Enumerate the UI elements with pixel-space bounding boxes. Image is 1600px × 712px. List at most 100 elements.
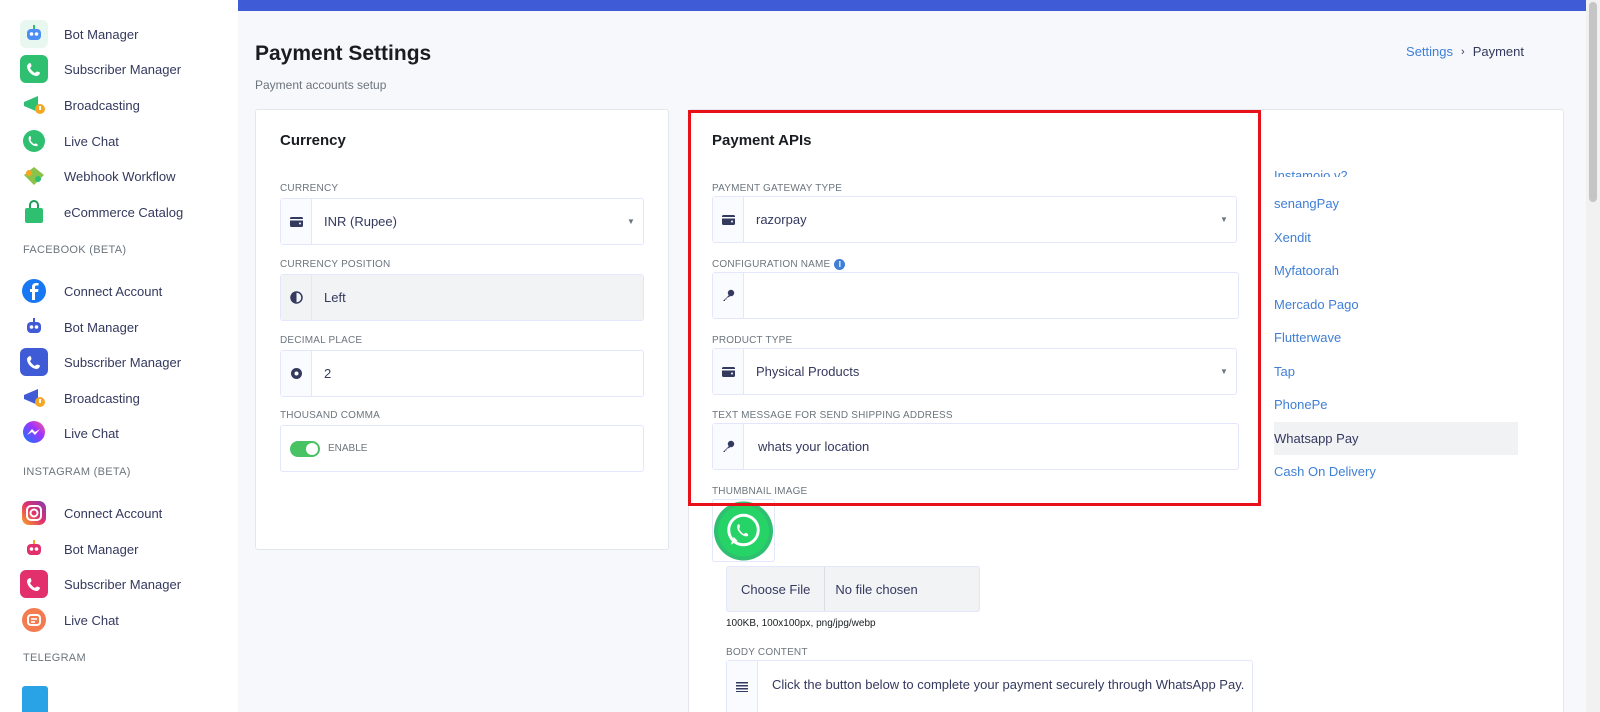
whatsapp-icon: [713, 500, 774, 561]
gateway-type-select[interactable]: razorpay ▼: [712, 196, 1237, 243]
payment-method-label: Xendit: [1274, 229, 1311, 245]
sidebar-item-label: eCommerce Catalog: [64, 204, 184, 220]
sidebar-section-instagram: INSTAGRAM (BETA): [23, 466, 131, 478]
payment-method-flutterwave[interactable]: Flutterwave: [1274, 321, 1518, 355]
sidebar-item-ig-subscriber-manager[interactable]: Subscriber Manager: [20, 570, 181, 598]
sidebar-item-ecommerce-catalog[interactable]: eCommerce Catalog: [20, 198, 183, 226]
config-name-label-row: CONFIGURATION NAME i: [712, 259, 846, 270]
payment-method-tap[interactable]: Tap: [1274, 355, 1518, 389]
phone-book-icon: [20, 348, 48, 376]
currency-select[interactable]: INR (Rupee) ▼: [280, 198, 644, 245]
decimal-place-label: DECIMAL PLACE: [280, 335, 363, 346]
sidebar-item-label: Webhook Workflow: [64, 168, 176, 184]
payment-card-title: Payment APIs: [712, 132, 812, 149]
payment-method-instamojo[interactable]: Instamojo v2: [1274, 164, 1518, 177]
currency-card: Currency CURRENCY INR (Rupee) ▼ CURRENCY…: [255, 109, 669, 550]
currency-position-value: Left: [312, 275, 643, 320]
sidebar-item-live-chat[interactable]: Live Chat: [20, 127, 119, 155]
payment-method-senangpay[interactable]: senangPay: [1274, 187, 1518, 221]
sidebar-item-label: Connect Account: [64, 283, 163, 299]
product-type-select[interactable]: Physical Products ▼: [712, 348, 1237, 395]
sidebar-item-label: Subscriber Manager: [64, 61, 182, 77]
wallet-icon: [713, 349, 744, 394]
config-name-input[interactable]: [712, 272, 1239, 319]
sidebar-item-label: Bot Manager: [64, 541, 139, 557]
currency-value: INR (Rupee): [324, 214, 397, 229]
currency-label: CURRENCY: [280, 183, 339, 194]
sidebar-item-ig-live-chat[interactable]: Live Chat: [20, 606, 119, 634]
sidebar-item-fb-subscriber-manager[interactable]: Subscriber Manager: [20, 348, 181, 376]
page-title: Payment Settings: [255, 42, 432, 65]
robot-icon: [20, 313, 48, 341]
breadcrumb-current: Payment: [1472, 44, 1524, 59]
sidebar-item-fb-broadcasting[interactable]: Broadcasting: [20, 384, 140, 412]
gateway-type-label: PAYMENT GATEWAY TYPE: [712, 183, 843, 194]
sidebar-item-subscriber-manager[interactable]: Subscriber Manager: [20, 55, 181, 83]
sidebar-item-webhook-workflow[interactable]: Webhook Workflow: [20, 162, 176, 190]
sidebar-item-label: Live Chat: [64, 425, 119, 441]
currency-position-label: CURRENCY POSITION: [280, 259, 391, 270]
payment-method-label: Mercado Pago: [1274, 296, 1359, 312]
sidebar-item-fb-bot-manager[interactable]: Bot Manager: [20, 313, 138, 341]
top-navbar: [238, 0, 1600, 11]
sidebar-item-ig-bot-manager[interactable]: Bot Manager: [20, 535, 138, 563]
key-icon: [713, 273, 744, 318]
payment-method-label: Flutterwave: [1274, 330, 1342, 346]
telegram-icon[interactable]: [22, 686, 48, 712]
sidebar-item-fb-connect-account[interactable]: Connect Account: [20, 277, 162, 305]
sidebar-item-label: Live Chat: [64, 612, 119, 628]
choose-file-button[interactable]: Choose File: [727, 567, 826, 611]
robot-icon: [20, 535, 48, 563]
payment-method-myfatoorah[interactable]: Myfatoorah: [1274, 254, 1518, 288]
sidebar-item-label: Broadcasting: [64, 390, 140, 406]
chat-icon: [20, 606, 48, 634]
sidebar: Bot Manager Subscriber Manager Broadcast…: [0, 0, 238, 712]
payment-method-cash-on-delivery[interactable]: Cash On Delivery: [1274, 455, 1518, 489]
payment-method-label: Whatsapp Pay: [1274, 430, 1359, 446]
chevron-down-icon: ▼: [1220, 215, 1228, 224]
thumbnail-label: THUMBNAIL IMAGE: [712, 486, 808, 497]
chevron-down-icon: ▼: [1220, 367, 1228, 376]
sidebar-section-telegram: TELEGRAM: [23, 652, 86, 664]
shipping-message-value: whats your location: [758, 439, 870, 454]
currency-position-field[interactable]: Left: [280, 274, 644, 321]
instagram-icon: [20, 499, 48, 527]
thousand-comma-toggle[interactable]: [290, 440, 320, 457]
body-content-value: Click the button below to complete your …: [772, 677, 1245, 692]
payment-method-label: Myfatoorah: [1274, 263, 1340, 279]
shipping-message-input[interactable]: whats your location: [712, 423, 1239, 470]
payment-method-xendit[interactable]: Xendit: [1274, 221, 1518, 255]
scrollbar-thumb[interactable]: [1589, 2, 1597, 202]
payment-method-whatsapp-pay[interactable]: Whatsapp Pay: [1274, 421, 1518, 455]
payment-method-label: Cash On Delivery: [1274, 464, 1376, 480]
decimal-place-value: 2: [324, 366, 332, 381]
breadcrumb-settings-link[interactable]: Settings: [1406, 44, 1453, 59]
page-subtitle: Payment accounts setup: [255, 78, 387, 92]
toggle-label: ENABLE: [328, 443, 368, 454]
payment-method-mercado-pago[interactable]: Mercado Pago: [1274, 288, 1518, 322]
sidebar-item-ig-connect-account[interactable]: Connect Account: [20, 499, 162, 527]
robot-icon: [20, 20, 48, 48]
info-icon[interactable]: i: [834, 259, 846, 270]
decimal-place-input[interactable]: 2: [280, 350, 644, 397]
app: Bot Manager Subscriber Manager Broadcast…: [0, 0, 1600, 712]
page-scrollbar[interactable]: [1586, 0, 1600, 712]
payment-method-phonepe[interactable]: PhonePe: [1274, 388, 1518, 422]
body-content-textarea[interactable]: Click the button below to complete your …: [726, 660, 1253, 712]
sidebar-item-label: Bot Manager: [64, 26, 139, 42]
thousand-comma-field: ENABLE: [280, 425, 644, 472]
sidebar-item-label: Broadcasting: [64, 97, 140, 113]
config-name-value: [744, 273, 1238, 318]
sidebar-item-broadcasting[interactable]: Broadcasting: [20, 91, 140, 119]
sidebar-item-bot-manager[interactable]: Bot Manager: [20, 20, 138, 48]
file-upload[interactable]: Choose File No file chosen: [726, 566, 980, 612]
sidebar-item-label: Subscriber Manager: [64, 576, 182, 592]
breadcrumb-separator: ›: [1461, 45, 1465, 58]
sidebar-item-label: Bot Manager: [64, 319, 139, 335]
half-circle-icon: [281, 275, 312, 320]
main-content: Payment Settings Payment accounts setup …: [238, 0, 1600, 712]
key-icon: [713, 424, 744, 469]
whatsapp-icon: [20, 127, 48, 155]
sidebar-item-fb-live-chat[interactable]: Live Chat: [20, 419, 119, 447]
payment-method-label: Instamojo v2: [1274, 168, 1348, 177]
